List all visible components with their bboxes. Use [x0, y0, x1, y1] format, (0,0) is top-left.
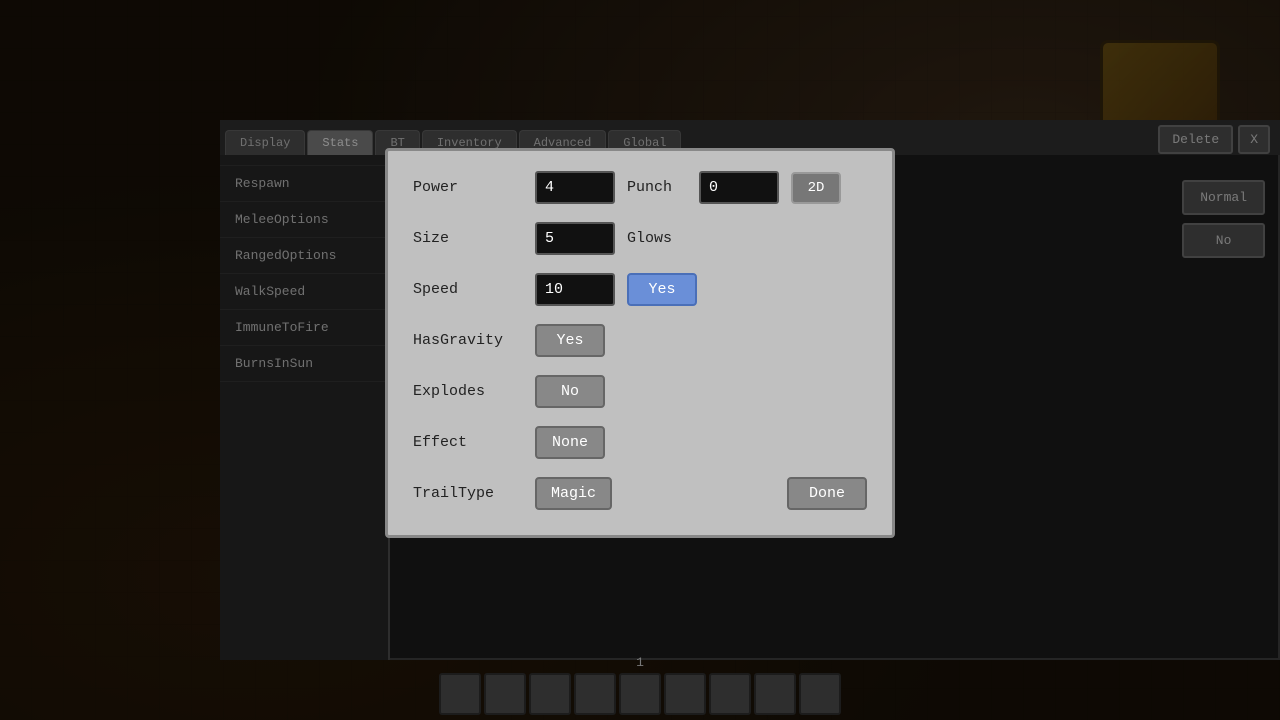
speed-input[interactable]: [535, 273, 615, 306]
size-row: Size Glows: [413, 222, 867, 255]
effect-label: Effect: [413, 434, 523, 451]
size-label: Size: [413, 230, 523, 247]
trailtype-label: TrailType: [413, 485, 523, 502]
glows-yes-button[interactable]: Yes: [627, 273, 697, 306]
effect-button[interactable]: None: [535, 426, 605, 459]
punch-input[interactable]: [699, 171, 779, 204]
explodes-label: Explodes: [413, 383, 523, 400]
punch-label: Punch: [627, 179, 687, 196]
done-button[interactable]: Done: [787, 477, 867, 510]
size-input[interactable]: [535, 222, 615, 255]
power-input[interactable]: [535, 171, 615, 204]
effect-row: Effect None: [413, 426, 867, 459]
power-row: Power Punch 2D: [413, 171, 867, 204]
dialog: Power Punch 2D Size Glows Speed Yes HasG…: [385, 148, 895, 538]
speed-label: Speed: [413, 281, 523, 298]
glows-label: Glows: [627, 230, 687, 247]
explodes-button[interactable]: No: [535, 375, 605, 408]
speed-row: Speed Yes: [413, 273, 867, 306]
hasgravity-label: HasGravity: [413, 332, 523, 349]
power-label: Power: [413, 179, 523, 196]
trailtype-row: TrailType Magic Done: [413, 477, 867, 510]
hasgravity-row: HasGravity Yes: [413, 324, 867, 357]
explodes-row: Explodes No: [413, 375, 867, 408]
2d-button[interactable]: 2D: [791, 172, 841, 204]
hasgravity-button[interactable]: Yes: [535, 324, 605, 357]
trailtype-button[interactable]: Magic: [535, 477, 612, 510]
